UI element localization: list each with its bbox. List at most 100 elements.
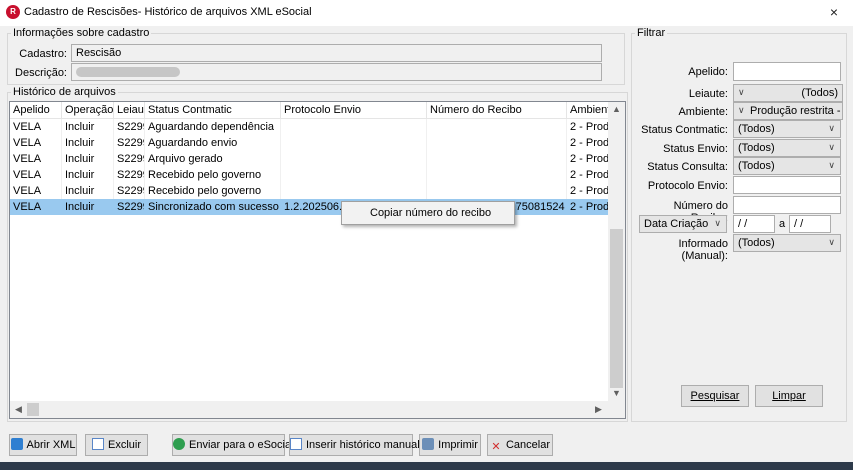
cell-status: Sincronizado com sucesso bbox=[145, 199, 281, 215]
filter-legend: Filtrar bbox=[635, 27, 668, 39]
excluir-button[interactable]: Excluir bbox=[85, 434, 148, 456]
cell-apelido: VELA bbox=[10, 199, 62, 215]
scroll-down-icon[interactable]: ▼ bbox=[608, 388, 625, 398]
cell-status: Aguardando envio bbox=[145, 135, 281, 151]
limpar-button[interactable]: Limpar bbox=[755, 385, 823, 407]
pesquisar-label: Pesquisar bbox=[690, 390, 740, 402]
pesquisar-button[interactable]: Pesquisar bbox=[681, 385, 749, 407]
ambiente-select[interactable]: ∨ Produção restrita - 2 bbox=[733, 102, 843, 120]
table-row[interactable]: VELA Incluir S2299 Recebido pelo governo… bbox=[10, 183, 610, 199]
history-grid[interactable]: Apelido Operação Leiaute Status Contmati… bbox=[9, 101, 626, 419]
table-row[interactable]: VELA Incluir S2299 Aguardando envio 2 - … bbox=[10, 135, 610, 151]
history-legend: Histórico de arquivos bbox=[11, 86, 118, 98]
abrir-xml-label: Abrir XML bbox=[26, 439, 76, 451]
date-from-input[interactable]: / / bbox=[733, 215, 775, 233]
cell-recibo bbox=[427, 183, 567, 199]
imprimir-label: Imprimir bbox=[438, 439, 478, 451]
data-criacao-select[interactable]: Data Criação ∨ bbox=[639, 215, 727, 233]
close-icon[interactable]: × bbox=[823, 2, 845, 22]
col-apelido[interactable]: Apelido bbox=[10, 102, 62, 119]
status-contmatic-value: (Todos) bbox=[738, 123, 775, 135]
col-protocolo[interactable]: Protocolo Envio bbox=[281, 102, 427, 119]
status-consulta-select[interactable]: (Todos) ∨ bbox=[733, 157, 841, 175]
cell-ambiente: 2 - Produç bbox=[567, 167, 610, 183]
window-title: Cadastro de Rescisões- Histórico de arqu… bbox=[24, 6, 312, 18]
cell-protocolo bbox=[281, 135, 427, 151]
inserir-label: Inserir histórico manual bbox=[306, 439, 420, 451]
abrir-xml-button[interactable]: Abrir XML bbox=[9, 434, 77, 456]
table-row[interactable]: VELA Incluir S2299 Arquivo gerado 2 - Pr… bbox=[10, 151, 610, 167]
app-logo-icon: R bbox=[6, 5, 20, 19]
col-ambiente[interactable]: Ambiente bbox=[567, 102, 610, 119]
vertical-scrollbar[interactable]: ▲ ▼ bbox=[608, 102, 625, 401]
cell-operacao: Incluir bbox=[62, 183, 114, 199]
informado-select[interactable]: (Todos) ∨ bbox=[733, 234, 841, 252]
grid-header: Apelido Operação Leiaute Status Contmati… bbox=[10, 102, 610, 119]
enviar-esocial-button[interactable]: Enviar para o eSocial bbox=[172, 434, 294, 456]
table-row[interactable]: VELA Incluir S2299 Aguardando dependênci… bbox=[10, 119, 610, 135]
cell-operacao: Incluir bbox=[62, 135, 114, 151]
cell-leiaute: S2299 bbox=[114, 167, 145, 183]
status-contmatic-select[interactable]: (Todos) ∨ bbox=[733, 120, 841, 138]
ambiente-value: Produção restrita - 2 bbox=[750, 105, 843, 117]
horizontal-scroll-thumb[interactable] bbox=[27, 403, 39, 416]
cancelar-button[interactable]: ✕ Cancelar bbox=[487, 434, 553, 456]
scroll-up-icon[interactable]: ▲ bbox=[608, 104, 625, 114]
date-from-value: / / bbox=[738, 218, 748, 230]
descricao-field bbox=[71, 63, 602, 81]
excluir-label: Excluir bbox=[107, 439, 141, 451]
col-operacao[interactable]: Operação bbox=[62, 102, 114, 119]
cancel-x-icon: ✕ bbox=[491, 441, 501, 453]
scroll-left-icon[interactable]: ◀ bbox=[10, 404, 27, 415]
date-to-input[interactable]: / / bbox=[789, 215, 831, 233]
apelido-input[interactable] bbox=[733, 62, 841, 81]
col-recibo[interactable]: Número do Recibo bbox=[427, 102, 567, 119]
leiaute-label: Leiaute: bbox=[688, 88, 728, 100]
table-row[interactable]: VELA Incluir S2299 Recebido pelo governo… bbox=[10, 167, 610, 183]
send-globe-icon bbox=[173, 438, 185, 450]
cadastro-value: Rescisão bbox=[76, 47, 122, 59]
cell-apelido: VELA bbox=[10, 151, 62, 167]
col-status[interactable]: Status Contmatic bbox=[145, 102, 281, 119]
cell-leiaute: S2299 bbox=[114, 151, 145, 167]
leiaute-select[interactable]: ∨ (Todos) bbox=[733, 84, 843, 102]
protocolo-label: Protocolo Envio: bbox=[647, 180, 728, 192]
table-row-selected[interactable]: VELA Incluir S2299 Sincronizado com suce… bbox=[10, 199, 610, 215]
cell-operacao: Incluir bbox=[62, 151, 114, 167]
cell-apelido: VELA bbox=[10, 183, 62, 199]
cell-operacao: Incluir bbox=[62, 167, 114, 183]
status-envio-value: (Todos) bbox=[738, 142, 775, 154]
col-leiaute[interactable]: Leiaute bbox=[114, 102, 145, 119]
vertical-scroll-thumb[interactable] bbox=[610, 229, 623, 388]
cell-protocolo bbox=[281, 167, 427, 183]
chevron-down-icon: ∨ bbox=[738, 87, 745, 97]
cell-status: Arquivo gerado bbox=[145, 151, 281, 167]
chevron-down-icon: ∨ bbox=[828, 123, 835, 133]
xml-icon bbox=[10, 438, 23, 450]
imprimir-button[interactable]: Imprimir bbox=[419, 434, 481, 456]
protocolo-input[interactable] bbox=[733, 176, 841, 194]
date-to-value: / / bbox=[794, 218, 804, 230]
cell-recibo bbox=[427, 119, 567, 135]
menu-item-copiar-recibo[interactable]: Copiar número do recibo bbox=[370, 207, 491, 219]
cell-apelido: VELA bbox=[10, 119, 62, 135]
chevron-down-icon: ∨ bbox=[828, 237, 835, 247]
taskbar-strip bbox=[0, 462, 853, 470]
context-menu: Copiar número do recibo bbox=[341, 201, 515, 225]
status-envio-select[interactable]: (Todos) ∨ bbox=[733, 139, 841, 157]
chevron-down-icon: ∨ bbox=[828, 142, 835, 152]
horizontal-scrollbar[interactable]: ◀ ▶ bbox=[10, 401, 625, 418]
cell-protocolo bbox=[281, 151, 427, 167]
informado-label: Informado (Manual): bbox=[678, 238, 728, 262]
recibo-input[interactable] bbox=[733, 196, 841, 214]
enviar-label: Enviar para o eSocial bbox=[189, 439, 294, 451]
cell-leiaute: S2299 bbox=[114, 119, 145, 135]
delete-document-icon bbox=[91, 438, 104, 450]
informado-value: (Todos) bbox=[738, 237, 775, 249]
descricao-label: Descrição: bbox=[15, 67, 67, 79]
inserir-historico-button[interactable]: Inserir histórico manual bbox=[289, 434, 420, 456]
cell-status: Recebido pelo governo bbox=[145, 167, 281, 183]
scroll-right-icon[interactable]: ▶ bbox=[590, 404, 607, 415]
chevron-down-icon: ∨ bbox=[828, 160, 835, 170]
cell-status: Aguardando dependência bbox=[145, 119, 281, 135]
